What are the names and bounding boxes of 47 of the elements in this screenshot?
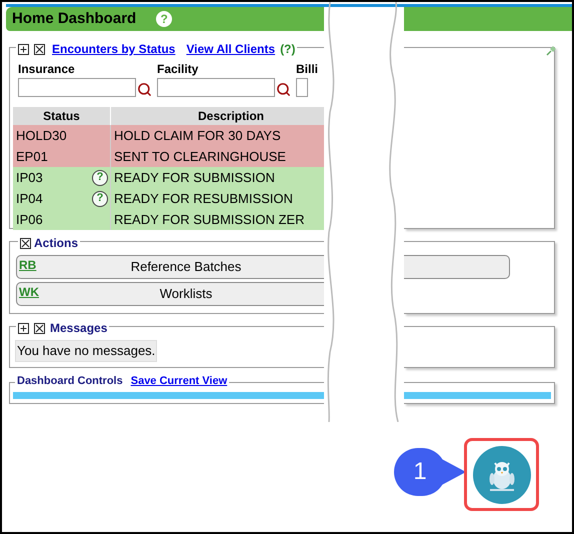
table-cell-text: IP04 [16, 190, 43, 208]
page-title: Home Dashboard [12, 8, 136, 29]
table-cell-text: HOLD CLAIM FOR 30 DAYS [113, 126, 281, 145]
table-cell-text: HOLD30 [16, 126, 67, 145]
close-icon[interactable] [34, 322, 45, 334]
close-icon[interactable] [20, 238, 31, 248]
pin-icon[interactable] [546, 44, 558, 56]
table-row[interactable]: IP04 ? READY FOR RESUBMISSION [13, 188, 324, 209]
action-button[interactable]: RB Reference Batches [16, 255, 324, 279]
table-cell-text: IP06 [16, 210, 43, 229]
shortcut-key: WK [19, 283, 39, 301]
shortcut-key: RB [19, 256, 36, 274]
column-header: Description [196, 108, 265, 125]
table-row[interactable]: HOLD30 HOLD CLAIM FOR 30 DAYS [13, 125, 324, 146]
save-view-link[interactable]: Save Current View [130, 373, 228, 390]
table-cell-text: EP01 [16, 148, 48, 166]
search-icon[interactable] [276, 82, 291, 97]
table-cell-text: READY FOR RESUBMISSION [113, 190, 293, 208]
help-link[interactable]: (?) [280, 40, 296, 58]
expand-icon[interactable] [18, 322, 29, 334]
filter-field[interactable] [296, 78, 308, 97]
filter-label: Insurance [18, 61, 76, 78]
table-cell-text: READY FOR SUBMISSION [113, 168, 275, 187]
table-cell-text: IP03 [16, 168, 43, 187]
table-cell-text: READY FOR SUBMISSION ZER [113, 210, 304, 229]
view-all-clients-link[interactable]: View All Clients [186, 40, 276, 58]
messages-text: You have no messages. [15, 340, 158, 362]
search-icon[interactable] [137, 82, 152, 97]
close-icon[interactable] [34, 44, 45, 54]
assistant-button[interactable] [464, 438, 539, 511]
section-title: Dashboard Controls [17, 374, 123, 389]
table-row[interactable]: IP03 ? READY FOR SUBMISSION [13, 167, 324, 188]
section-title: Actions [34, 235, 78, 252]
filter-label: Facility [157, 61, 200, 78]
help-icon[interactable]: ? [92, 190, 108, 206]
filter-label: Billi [296, 61, 320, 78]
owl-icon [472, 446, 530, 504]
table-row[interactable]: EP01 SENT TO CLEARINGHOUSE [13, 146, 324, 167]
table-row[interactable]: IP06 READY FOR SUBMISSION ZER [13, 209, 324, 230]
section-title: Messages [50, 320, 108, 337]
expand-icon[interactable] [18, 44, 29, 54]
help-icon[interactable]: ? [92, 170, 108, 186]
action-button[interactable]: WK Worklists [16, 282, 324, 306]
table-cell-text: SENT TO CLEARINGHOUSE [113, 148, 286, 166]
encounters-link[interactable]: Encounters by Status [52, 40, 176, 58]
filter-field[interactable] [18, 78, 136, 97]
filter-field[interactable] [157, 78, 275, 97]
